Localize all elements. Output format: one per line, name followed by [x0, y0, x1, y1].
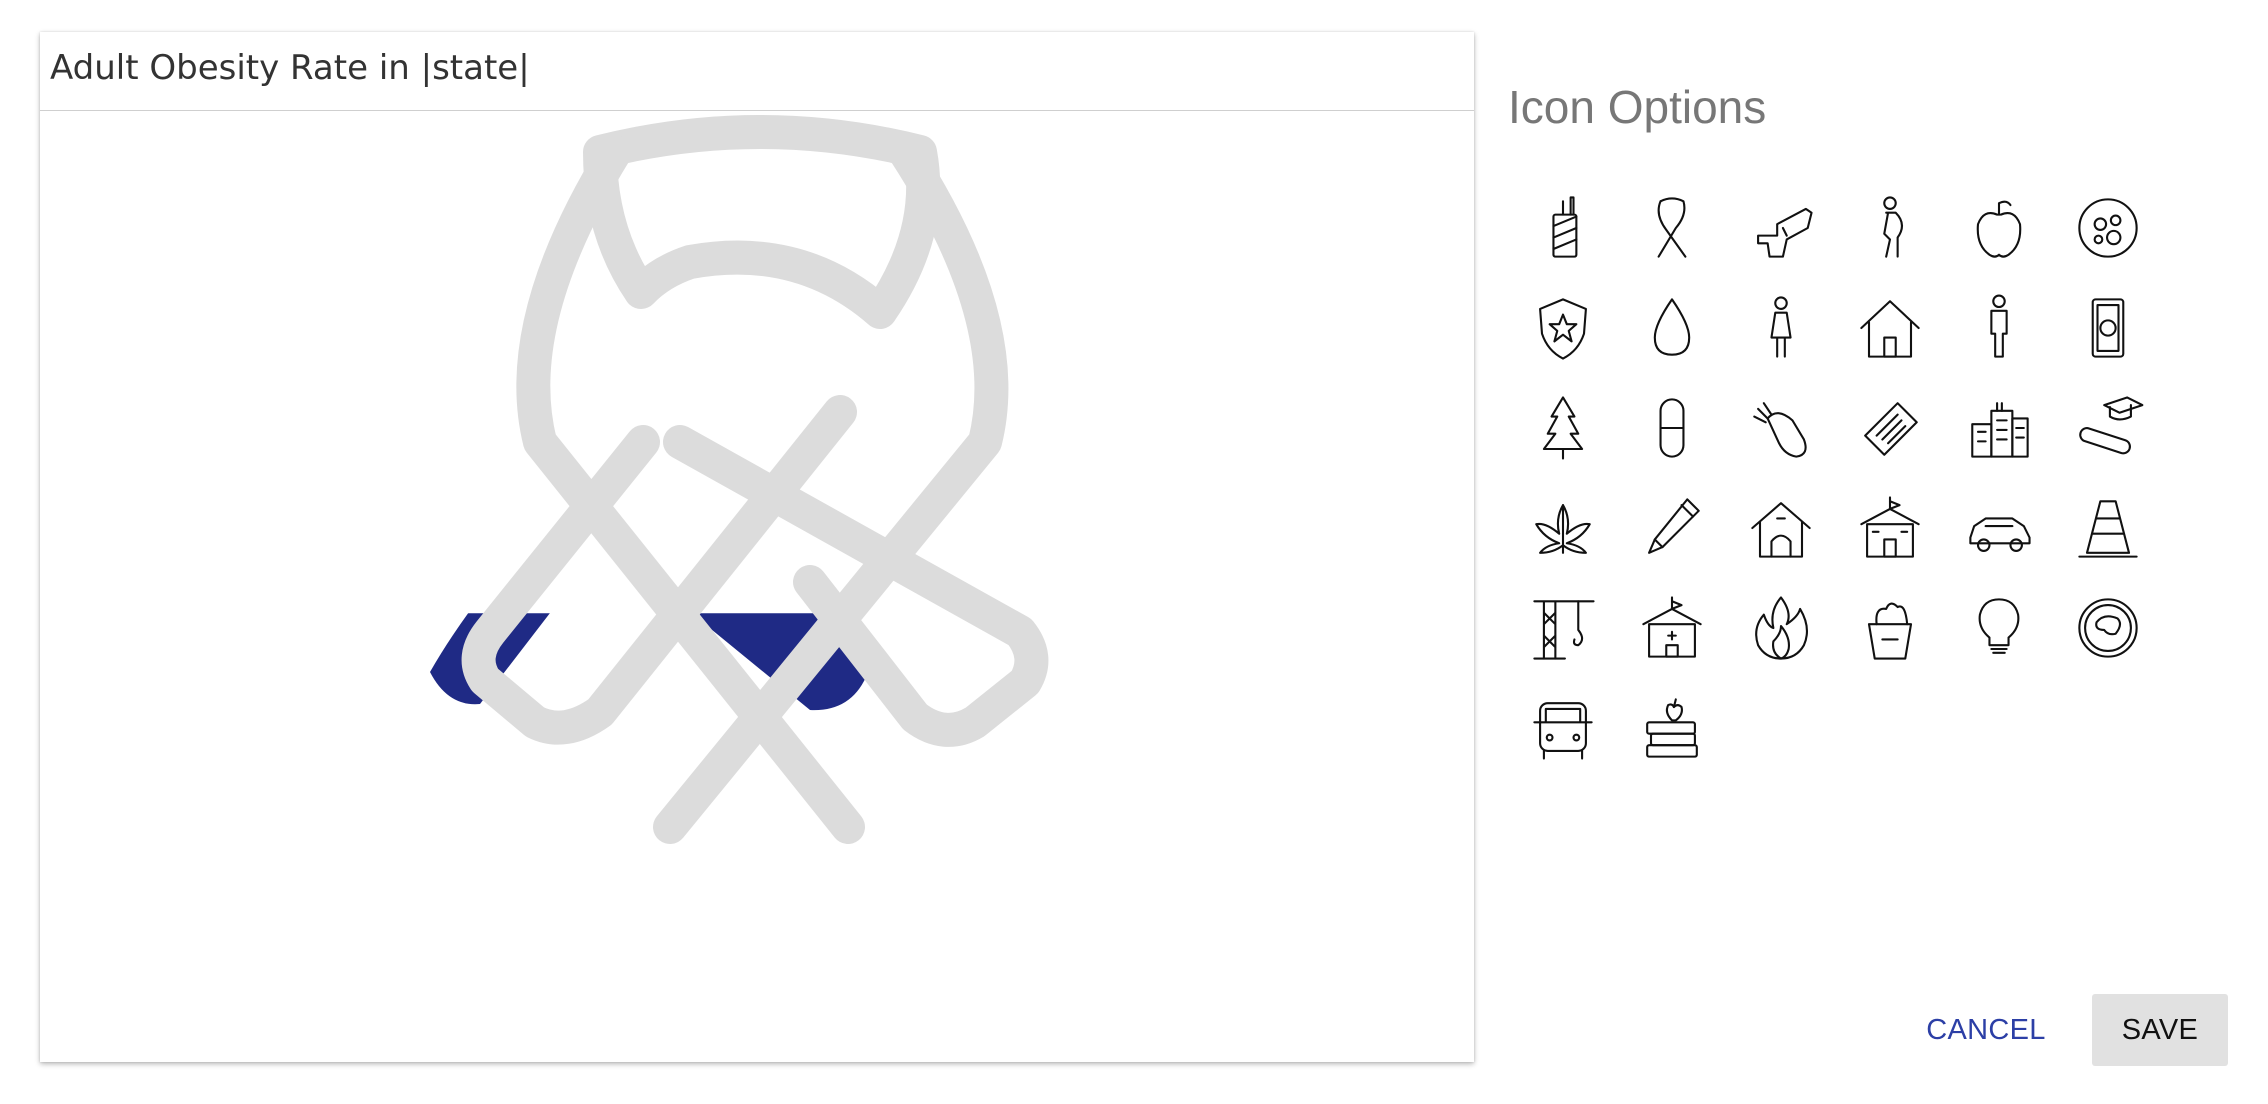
graduation-diploma-icon: [2078, 396, 2143, 455]
icon-option-house[interactable]: [1835, 278, 1944, 378]
light-bulb-icon: [1978, 598, 2019, 654]
traffic-cone-icon: [2077, 500, 2138, 558]
icon-editor-card: Adult Obesity Rate in |state|: [40, 32, 1474, 1062]
house-icon: [1859, 300, 1920, 358]
petri-dish-icon: [2077, 198, 2138, 258]
school-house-icon: [1859, 496, 1920, 558]
fire-icon: [1754, 596, 1808, 660]
icon-option-doghouse[interactable]: [1726, 478, 1835, 578]
cannabis-leaf-icon: [1534, 504, 1591, 554]
icon-option-petri-dish[interactable]: [2053, 178, 2162, 278]
apple-icon: [1976, 200, 2021, 258]
icon-option-pine-tree[interactable]: [1508, 378, 1617, 478]
pine-tree-icon: [1542, 396, 1583, 460]
icon-option-police-badge[interactable]: [1508, 278, 1617, 378]
icon-option-school-bus[interactable]: [1508, 678, 1617, 778]
ticket-icon: [1863, 402, 1918, 456]
icon-option-money-bill[interactable]: [2053, 278, 2162, 378]
pregnant-woman-icon: [1882, 196, 1903, 258]
preview-area: [40, 112, 1474, 1062]
icon-option-school-house[interactable]: [1835, 478, 1944, 578]
city-buildings-icon: [1970, 402, 2029, 458]
icon-option-handgun[interactable]: [1726, 178, 1835, 278]
icon-option-ticket[interactable]: [1835, 378, 1944, 478]
save-button[interactable]: SAVE: [2092, 994, 2228, 1066]
woman-icon: [1769, 296, 1792, 358]
grocery-bag-icon: [1867, 602, 1912, 660]
awareness-ribbon-icon: [430, 115, 1049, 844]
icon-option-graduation-diploma[interactable]: [2053, 378, 2162, 478]
pill-capsule-icon: [1658, 398, 1685, 458]
icon-options-grid: [1508, 178, 2148, 778]
awareness-ribbon-icon: [1657, 197, 1686, 258]
icon-option-pill-capsule[interactable]: [1617, 378, 1726, 478]
icon-option-construction-crane[interactable]: [1508, 578, 1617, 678]
icon-option-bomb[interactable]: [1726, 378, 1835, 478]
icon-option-grocery-bag[interactable]: [1835, 578, 1944, 678]
icon-option-man[interactable]: [1944, 278, 2053, 378]
icon-option-cigarette-pack[interactable]: [1508, 178, 1617, 278]
icon-option-water-drop[interactable]: [1617, 278, 1726, 378]
icon-option-books-apple[interactable]: [1617, 678, 1726, 778]
books-apple-icon: [1645, 698, 1698, 758]
handgun-icon: [1756, 207, 1813, 258]
pencil-icon: [1647, 498, 1700, 554]
icon-option-hospital-building[interactable]: [1617, 578, 1726, 678]
icon-option-fire[interactable]: [1726, 578, 1835, 678]
man-icon: [1989, 294, 2008, 358]
construction-crane-icon: [1532, 600, 1595, 660]
icon-option-light-bulb[interactable]: [1944, 578, 2053, 678]
title-divider: [40, 110, 1474, 111]
icon-options-title: Icon Options: [1508, 81, 1767, 133]
icon-option-cannabis-leaf[interactable]: [1508, 478, 1617, 578]
doghouse-icon: [1750, 502, 1811, 558]
icon-option-steak-plate[interactable]: [2053, 578, 2162, 678]
car-icon: [1968, 517, 2031, 552]
icon-option-woman[interactable]: [1726, 278, 1835, 378]
money-bill-icon: [2091, 298, 2124, 358]
hospital-building-icon: [1641, 596, 1702, 658]
cancel-button[interactable]: CANCEL: [1904, 994, 2068, 1066]
police-badge-icon: [1538, 298, 1587, 360]
icon-option-awareness-ribbon[interactable]: [1617, 178, 1726, 278]
icon-option-pregnant-woman[interactable]: [1835, 178, 1944, 278]
icon-option-pencil[interactable]: [1617, 478, 1726, 578]
bomb-icon: [1752, 402, 1807, 458]
steak-plate-icon: [2077, 598, 2138, 658]
icon-option-apple[interactable]: [1944, 178, 2053, 278]
icon-option-traffic-cone[interactable]: [2053, 478, 2162, 578]
icon-option-car[interactable]: [1944, 478, 2053, 578]
cigarette-pack-icon: [1551, 196, 1577, 258]
card-title[interactable]: Adult Obesity Rate in |state|: [50, 40, 530, 96]
school-bus-icon: [1532, 702, 1593, 760]
water-drop-icon: [1653, 298, 1690, 356]
icon-option-city-buildings[interactable]: [1944, 378, 2053, 478]
